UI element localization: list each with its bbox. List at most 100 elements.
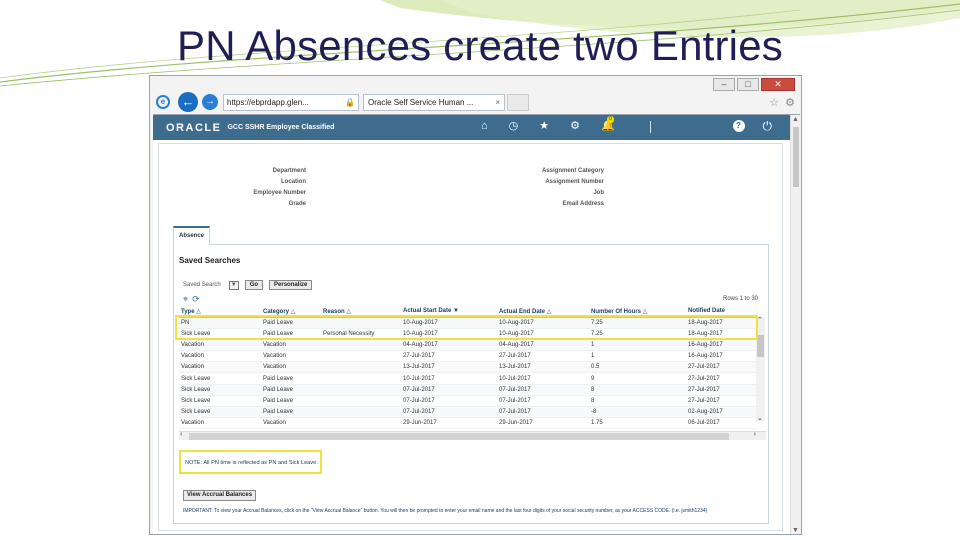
tab-absence[interactable]: Absence (173, 226, 210, 245)
back-button[interactable]: ← (178, 92, 198, 112)
col-header-reason[interactable]: Reason △ (321, 306, 401, 318)
table-cell: Vacation (261, 361, 321, 374)
table-cell: 10-Aug-2017 (497, 328, 589, 340)
table-cell: Vacation (179, 350, 261, 363)
table-cell: 8 (589, 395, 686, 408)
scroll-left-icon[interactable]: ‹ (180, 431, 182, 438)
browser-navbar: e ← → https://ebprdapp.glen... 🔒 Oracle … (150, 91, 801, 113)
table-cell: Sick Leave (179, 406, 261, 419)
table-cell: 27-Jul-2017 (686, 372, 756, 385)
table-cell: Vacation (179, 339, 261, 352)
col-header-category[interactable]: Category △ (261, 306, 321, 318)
table-cell: 07-Jul-2017 (401, 406, 497, 419)
table-cell: 1 (589, 350, 686, 363)
table-row[interactable]: Sick Leave Paid Leave 07-Jul-2017 07-Jul-20… (179, 395, 756, 408)
table-cell (321, 339, 401, 352)
table-cell: 7.25 (589, 328, 686, 340)
clock-icon[interactable]: ◷ (509, 120, 519, 133)
table-scroll-up-icon[interactable]: ⌃ (757, 316, 763, 324)
view-accrual-balances-button[interactable]: View Accrual Balances (183, 490, 257, 501)
personalize-button[interactable]: Personalize (269, 280, 313, 290)
table-cell: 0.5 (589, 361, 686, 374)
table-horizontal-scrollbar[interactable]: ‹ › (179, 431, 766, 440)
table-cell: Sick Leave (179, 384, 261, 396)
notification-badge: 0 (607, 116, 614, 123)
table-cell: Sick Leave (179, 372, 261, 385)
table-hscroll-thumb[interactable] (189, 433, 729, 440)
table-cell: Vacation (179, 417, 261, 430)
table-row[interactable]: Sick Leave Paid Leave Personal Necessity 10… (179, 328, 756, 340)
oracle-header: ORACLE GCC SSHR Employee Classified ⌂ ◷ … (153, 115, 800, 140)
window-controls: – □ ✕ (713, 78, 795, 91)
absence-table: Type △ Category △ Reason △ Actual Start … (179, 306, 766, 432)
table-cell: 29-Jun-2017 (497, 417, 589, 430)
settings-icon[interactable]: ⚙ (785, 96, 795, 109)
table-row[interactable]: PN Paid Leave 10-Aug-2017 10-Aug-2017 7.25 18… (179, 317, 756, 329)
table-cell (321, 395, 401, 408)
table-cell: 27-Jul-2017 (686, 395, 756, 408)
table-cell: 13-Jul-2017 (401, 361, 497, 374)
scroll-thumb[interactable] (793, 127, 799, 187)
table-cell: Sick Leave (179, 328, 261, 340)
label-assignment-category: Assignment Category (541, 168, 604, 174)
col-header-actual-start-date[interactable]: Actual Start Date ▼ (401, 306, 497, 318)
go-button[interactable]: Go (244, 280, 264, 290)
col-header-actual-end-date[interactable]: Actual End Date △ (497, 306, 589, 318)
new-tab-button[interactable] (507, 93, 529, 111)
table-cell: 27-Jul-2017 (686, 361, 756, 374)
detach-table-icon[interactable]: ⌖ (183, 294, 188, 305)
page-scrollbar[interactable]: ▲ ▼ (790, 115, 800, 534)
table-row[interactable]: Vacation Vacation 13-Jul-2017 13-Jul-2017 0.… (179, 361, 756, 374)
close-tab-icon[interactable]: × (495, 98, 500, 107)
browser-tab-oracle[interactable]: Oracle Self Service Human ... × (363, 93, 505, 111)
table-row[interactable]: Sick Leave Paid Leave 07-Jul-2017 07-Jul-20… (179, 384, 756, 396)
table-cell: 07-Jul-2017 (497, 384, 589, 396)
table-cell: 02-Aug-2017 (686, 406, 756, 419)
refresh-icon[interactable]: ⟳ (192, 294, 200, 305)
col-header-type[interactable]: Type △ (179, 306, 261, 318)
saved-search-dropdown[interactable]: ▼ (228, 280, 239, 290)
table-row[interactable]: Vacation Vacation 27-Jul-2017 27-Jul-2017 1 1… (179, 350, 756, 363)
table-row[interactable]: Sick Leave Paid Leave 07-Jul-2017 07-Jul-20… (179, 406, 756, 419)
minimize-button[interactable]: – (713, 78, 735, 91)
saved-search-controls: Saved Search ▼ Go Personalize (183, 280, 313, 290)
table-header-row: Type △ Category △ Reason △ Actual Start … (179, 306, 756, 318)
favorites-icon[interactable]: ☆ (769, 96, 779, 109)
table-scroll-down-icon[interactable]: ⌄ (757, 414, 763, 422)
slide-title: PN Absences create two Entries (177, 22, 783, 69)
col-header-notified-date[interactable]: Notified Date (686, 306, 756, 318)
header-divider (649, 120, 651, 133)
label-department: Department (272, 168, 306, 174)
forward-button[interactable]: → (202, 94, 218, 110)
table-row[interactable]: Sick Leave Paid Leave 10-Jul-2017 10-Jul-20… (179, 372, 756, 385)
table-row[interactable]: Vacation Vacation 29-Jun-2017 29-Jun-2017 1.… (179, 417, 756, 430)
scroll-down-icon[interactable]: ▼ (792, 527, 799, 534)
table-cell: 06-Jul-2017 (686, 417, 756, 430)
close-window-button[interactable]: ✕ (761, 78, 795, 91)
label-email-address: Email Address (562, 201, 604, 207)
power-icon[interactable]: ⏻ (763, 120, 773, 132)
table-cell: 16-Aug-2017 (686, 339, 756, 352)
table-cell: Paid Leave (261, 384, 321, 396)
table-vertical-scrollbar[interactable]: ⌃ ⌄ (756, 316, 765, 422)
maximize-button[interactable]: □ (737, 78, 759, 91)
table-cell: 18-Aug-2017 (686, 317, 756, 329)
table-row[interactable]: Vacation Vacation 04-Aug-2017 04-Aug-2017 1 1… (179, 339, 756, 352)
help-icon[interactable]: ? (732, 120, 745, 132)
gear-icon[interactable]: ⚙ (570, 120, 580, 133)
table-cell: Vacation (261, 339, 321, 352)
address-bar[interactable]: https://ebprdapp.glen... 🔒 (223, 93, 359, 111)
home-icon[interactable]: ⌂ (481, 120, 488, 133)
label-location: Location (281, 179, 306, 185)
table-cell: Paid Leave (261, 317, 321, 329)
table-scroll-thumb[interactable] (757, 335, 764, 357)
scroll-up-icon[interactable]: ▲ (792, 116, 799, 123)
pn-note: NOTE: All PN time is reflected as PN and… (179, 450, 322, 474)
col-header-number-of-hours[interactable]: Number Of Hours △ (589, 306, 686, 318)
star-icon[interactable]: ★ (539, 120, 549, 133)
table-cell: 04-Aug-2017 (497, 339, 589, 352)
scroll-right-icon[interactable]: › (754, 431, 756, 438)
bell-icon[interactable]: 🔔 0 (601, 116, 615, 133)
table-cell: 29-Jun-2017 (401, 417, 497, 430)
table-cell: 07-Jul-2017 (401, 395, 497, 408)
